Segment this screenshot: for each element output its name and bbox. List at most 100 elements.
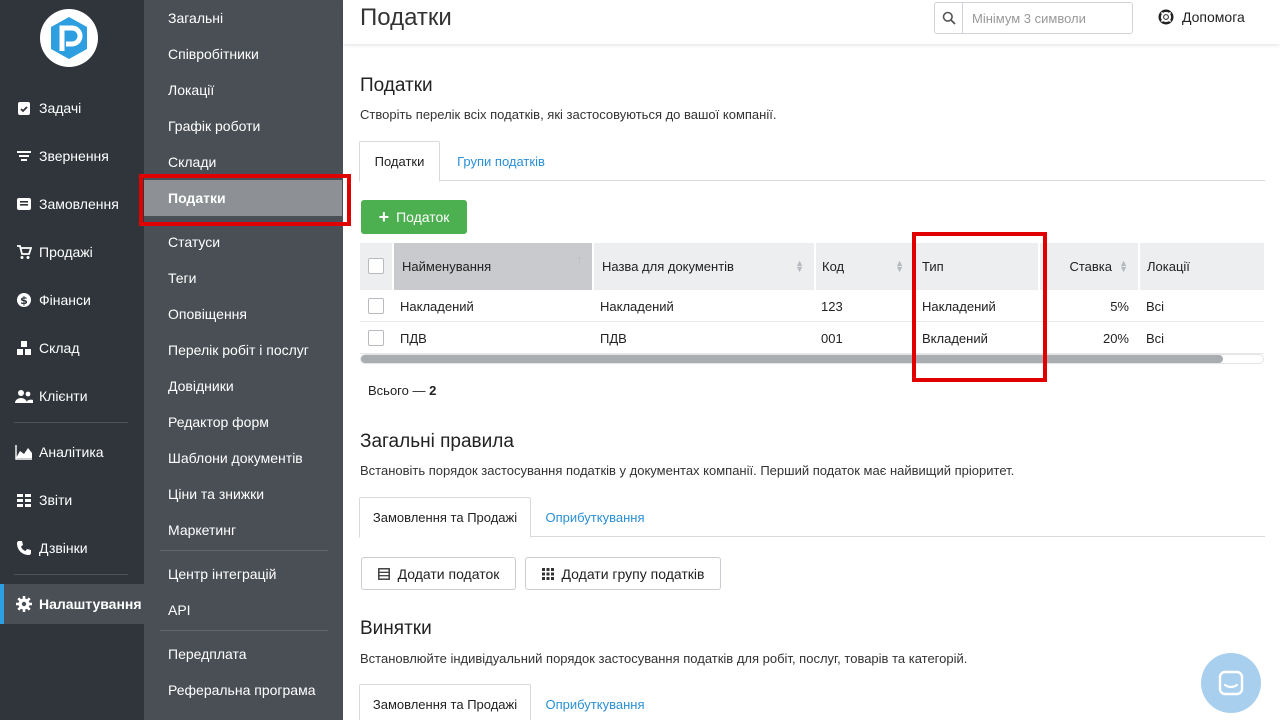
taxes-tabs: Податки Групи податків <box>359 141 1265 182</box>
highlight-taxes-menu <box>139 174 351 226</box>
column-header-doc-name[interactable]: Назва для документів ▲ ▼ <box>592 243 814 290</box>
submenu-item-prices-discounts[interactable]: Ціни та знижки <box>144 476 343 512</box>
rules-tabs: Замовлення та Продажі Оприбуткування <box>359 497 1265 538</box>
nav-item-tasks[interactable]: Задачі <box>0 88 144 128</box>
submenu-item-employees[interactable]: Співробітники <box>144 36 343 72</box>
cell-doc-name: ПДВ <box>600 330 627 346</box>
table-row[interactable]: ПДВ ПДВ 001 Вкладений 20% Всі <box>360 322 1264 354</box>
cell-doc-name: Накладений <box>600 298 674 314</box>
nav-item-clients[interactable]: Клієнти <box>0 376 144 416</box>
nav-item-analytics[interactable]: Аналітика <box>0 432 144 472</box>
add-tax-rule-button[interactable]: Додати податок <box>361 557 516 590</box>
submenu-item-schedule[interactable]: Графік роботи <box>144 108 343 144</box>
select-all-checkbox[interactable] <box>368 258 384 274</box>
submenu-item-api[interactable]: API <box>144 592 343 628</box>
submenu-item-integrations[interactable]: Центр інтеграцій <box>144 556 343 592</box>
nav-item-label: Задачі <box>39 100 82 116</box>
cell-name: ПДВ <box>400 330 427 346</box>
column-header-name[interactable]: Найменування ↑ <box>392 243 592 290</box>
cell-rate: 5% <box>1110 298 1129 314</box>
add-tax-group-button[interactable]: Додати групу податків <box>525 557 721 590</box>
chat-widget-button[interactable] <box>1201 653 1261 713</box>
chart-area-icon <box>15 443 33 461</box>
sort-asc-icon: ↑ <box>576 254 583 266</box>
column-header-label: Найменування <box>402 259 492 274</box>
column-header-label: Ставка <box>1069 259 1112 274</box>
users-icon <box>15 387 33 405</box>
submenu-item-referral[interactable]: Реферальна програма <box>144 672 343 708</box>
nav-item-sales[interactable]: Продажі <box>0 232 144 272</box>
scrollbar-thumb[interactable] <box>361 355 1223 363</box>
add-tax-rule-label: Додати податок <box>397 565 500 582</box>
settings-submenu: Загальні Співробітники Локації Графік ро… <box>144 0 343 720</box>
submenu-item-doc-templates[interactable]: Шаблони документів <box>144 440 343 476</box>
exceptions-tabs: Замовлення та Продажі Оприбуткування <box>359 684 1265 720</box>
submenu-item-directories[interactable]: Довідники <box>144 368 343 404</box>
submenu-item-subscription[interactable]: Передплата <box>144 636 343 672</box>
column-header-label: Локації <box>1147 259 1190 274</box>
chat-icon <box>1218 670 1244 696</box>
nav-item-requests[interactable]: Звернення <box>0 136 144 176</box>
nav-item-label: Замовлення <box>39 196 119 212</box>
plus-icon: + <box>378 207 390 227</box>
search-box[interactable] <box>934 2 1133 34</box>
add-tax-button-label: Податок <box>396 209 450 225</box>
table-icon <box>377 567 390 580</box>
submenu-item-statuses[interactable]: Статуси <box>144 224 343 260</box>
nav-item-orders[interactable]: Замовлення <box>0 184 144 224</box>
tab-taxes[interactable]: Податки <box>359 141 440 182</box>
search-input[interactable] <box>963 10 1123 26</box>
tab-orders-sales[interactable]: Замовлення та Продажі <box>359 497 531 538</box>
help-label: Допомога <box>1182 9 1245 25</box>
search-icon <box>935 3 963 33</box>
column-header-rate[interactable]: Ставка ▲ ▼ <box>1038 243 1138 290</box>
nav-divider <box>14 574 128 575</box>
tab-tax-groups[interactable]: Групи податків <box>443 141 559 182</box>
total-count: Всього — 2 <box>368 383 436 398</box>
dollar-icon: $ <box>15 291 33 309</box>
sort-icon: ▲ ▼ <box>895 258 904 274</box>
clipboard-check-icon <box>15 99 33 117</box>
submenu-item-form-editor[interactable]: Редактор форм <box>144 404 343 440</box>
cell-rate: 20% <box>1102 330 1129 346</box>
add-tax-button[interactable]: + Податок <box>361 200 467 234</box>
cell-code: 001 <box>821 330 843 346</box>
column-header-locations[interactable]: Локації <box>1138 243 1264 290</box>
tab-orders-sales[interactable]: Замовлення та Продажі <box>359 684 531 720</box>
table-row[interactable]: Накладений Накладений 123 Накладений 5% … <box>360 290 1264 322</box>
grid-icon <box>541 567 554 580</box>
nav-item-label: Фінанси <box>39 292 91 308</box>
table-header: Найменування ↑ Назва для документів ▲ ▼ К… <box>360 243 1264 290</box>
add-tax-group-label: Додати групу податків <box>561 565 705 582</box>
nav-item-finance[interactable]: $ Фінанси <box>0 280 144 320</box>
submenu-divider <box>160 630 328 631</box>
nav-item-calls[interactable]: Дзвінки <box>0 528 144 568</box>
tab-receiving[interactable]: Оприбуткування <box>535 497 655 538</box>
nav-item-reports[interactable]: Звіти <box>0 480 144 520</box>
highlight-type-column <box>912 232 1047 382</box>
help-link[interactable]: Допомога <box>1158 9 1245 25</box>
nav-item-settings[interactable]: Налаштування <box>0 584 144 624</box>
phone-icon <box>15 539 33 557</box>
submenu-item-general[interactable]: Загальні <box>144 0 343 36</box>
table-horizontal-scrollbar[interactable] <box>360 354 1264 364</box>
nav-item-warehouse[interactable]: Склад <box>0 328 144 368</box>
cell-locations: Всі <box>1146 330 1165 346</box>
taxes-section-description: Створіть перелік всіх податків, які заст… <box>360 107 777 122</box>
submenu-item-services-list[interactable]: Перелік робіт і послуг <box>144 332 343 368</box>
submenu-item-marketing[interactable]: Маркетинг <box>144 512 343 548</box>
filter-icon <box>15 147 33 165</box>
submenu-item-tags[interactable]: Теги <box>144 260 343 296</box>
submenu-item-locations[interactable]: Локації <box>144 72 343 108</box>
nav-item-label: Дзвінки <box>39 540 88 556</box>
row-checkbox[interactable] <box>368 298 384 314</box>
column-header-code[interactable]: Код ▲ ▼ <box>814 243 914 290</box>
submenu-item-notifications[interactable]: Оповіщення <box>144 296 343 332</box>
app-logo[interactable] <box>40 9 98 67</box>
page-title: Податки <box>360 4 452 31</box>
tab-receiving[interactable]: Оприбуткування <box>535 684 655 720</box>
nav-item-label: Аналітика <box>39 444 104 460</box>
row-checkbox[interactable] <box>368 330 384 346</box>
exceptions-section-description: Встановлюйте індивідуальний порядок заст… <box>360 651 968 666</box>
nav-item-label: Клієнти <box>39 388 88 404</box>
